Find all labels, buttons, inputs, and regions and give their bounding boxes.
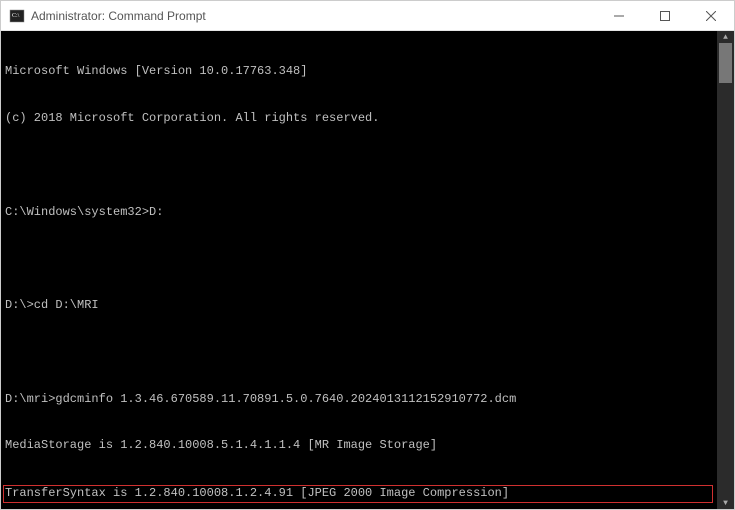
- terminal-line: MediaStorage is 1.2.840.10008.5.1.4.1.1.…: [5, 438, 713, 454]
- terminal-line: D:\>cd D:\MRI: [5, 298, 713, 314]
- titlebar: C:\ Administrator: Command Prompt: [1, 1, 734, 31]
- terminal-line: C:\Windows\system32>D:: [5, 205, 713, 221]
- scroll-thumb[interactable]: [719, 43, 732, 83]
- scroll-down-icon[interactable]: ▼: [717, 497, 734, 509]
- maximize-button[interactable]: [642, 1, 688, 30]
- window-title: Administrator: Command Prompt: [31, 9, 596, 23]
- scroll-up-icon[interactable]: ▲: [717, 31, 734, 43]
- terminal-line: [5, 251, 713, 267]
- terminal-output[interactable]: Microsoft Windows [Version 10.0.17763.34…: [1, 31, 717, 509]
- close-button[interactable]: [688, 1, 734, 30]
- terminal-line: D:\mri>gdcminfo 1.3.46.670589.11.70891.5…: [5, 392, 713, 408]
- scrollbar[interactable]: ▲ ▼: [717, 31, 734, 509]
- app-icon: C:\: [9, 8, 25, 24]
- terminal-line: Microsoft Windows [Version 10.0.17763.34…: [5, 64, 713, 80]
- minimize-button[interactable]: [596, 1, 642, 30]
- highlighted-line: TransferSyntax is 1.2.840.10008.1.2.4.91…: [3, 485, 713, 503]
- terminal-line: [5, 158, 713, 174]
- terminal-area: Microsoft Windows [Version 10.0.17763.34…: [1, 31, 734, 509]
- terminal-line: (c) 2018 Microsoft Corporation. All righ…: [5, 111, 713, 127]
- svg-text:C:\: C:\: [12, 13, 20, 19]
- window-controls: [596, 1, 734, 30]
- terminal-line: [5, 345, 713, 361]
